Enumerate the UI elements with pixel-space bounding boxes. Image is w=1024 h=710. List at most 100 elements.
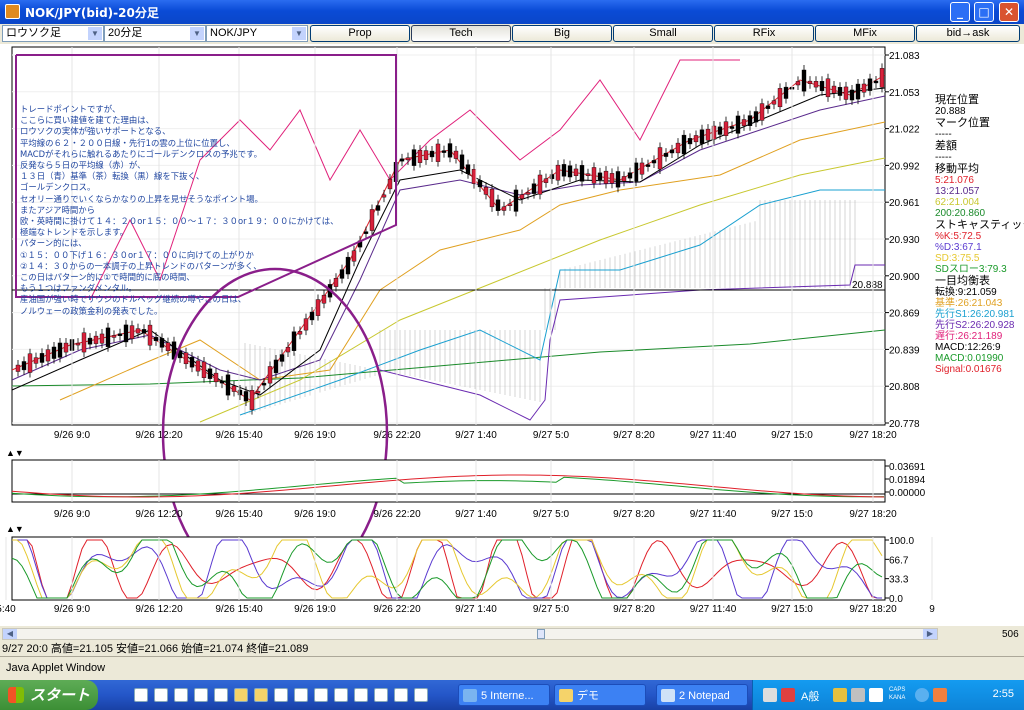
- x-tick-label: 9/26 15:40: [215, 430, 263, 441]
- y-tick-label: 0.00000: [889, 488, 926, 499]
- small-button[interactable]: Small: [613, 25, 713, 42]
- candle-body: [825, 78, 831, 98]
- candle-body: [693, 135, 699, 143]
- tray-app-icon[interactable]: [915, 688, 929, 702]
- candle-body: [405, 157, 411, 161]
- quicklaunch-icon[interactable]: [414, 688, 428, 702]
- annotation-line: 産油国が強い時でサウジのドルペッグ継続の噂やこの日は、: [20, 294, 247, 305]
- big-button[interactable]: Big: [512, 25, 612, 42]
- system-tray: A般 CAPS KANA 2:55: [752, 680, 1024, 710]
- x-tick-label: 9/26 22:20: [373, 604, 421, 615]
- bid-ask-button[interactable]: bid→ask: [916, 25, 1020, 42]
- tray-app-icon[interactable]: [851, 688, 865, 702]
- annotation-line: ここらに買い建値を建てた理由は、: [20, 115, 154, 126]
- candle-body: [75, 342, 81, 346]
- candle-body: [651, 160, 657, 164]
- taskbar-item-notepad[interactable]: 2 Notepad: [656, 684, 748, 706]
- quicklaunch-icon[interactable]: [334, 688, 348, 702]
- quicklaunch-icon[interactable]: [194, 688, 208, 702]
- tray-app-icon[interactable]: [781, 688, 795, 702]
- maximize-button[interactable]: □: [974, 2, 994, 22]
- x-tick-label: 9/26 19:0: [294, 509, 336, 520]
- interval-select[interactable]: 20分足 ▼: [104, 25, 206, 42]
- start-button[interactable]: スタート: [0, 680, 98, 710]
- quicklaunch-icon[interactable]: [174, 688, 188, 702]
- candle-body: [183, 352, 189, 365]
- taskbar-item-demo[interactable]: デモ: [554, 684, 646, 706]
- panel-collapse-icon[interactable]: ▲▼: [6, 524, 24, 534]
- candle-body: [255, 391, 261, 394]
- quicklaunch-icon[interactable]: [134, 688, 148, 702]
- quicklaunch-icon[interactable]: [394, 688, 408, 702]
- x-tick-label: 9/27 11:40: [690, 509, 737, 520]
- close-button[interactable]: ✕: [999, 2, 1019, 22]
- candle-body: [201, 361, 207, 378]
- candle-body: [279, 354, 285, 362]
- tray-app-icon[interactable]: [933, 688, 947, 702]
- candle-body: [603, 170, 609, 184]
- info-row: %D:3:67.1: [935, 242, 982, 253]
- candle-body: [783, 86, 789, 99]
- candle-body: [15, 364, 21, 372]
- candle-body: [267, 366, 273, 384]
- quicklaunch-icon[interactable]: [214, 688, 228, 702]
- panel-collapse-icon[interactable]: ▲▼: [6, 448, 24, 458]
- annotation-line: ②１４：３０からの一本調子の上昇トレンドのパターンが多く、: [20, 260, 262, 271]
- quicklaunch-icon[interactable]: [154, 688, 168, 702]
- mfix-button[interactable]: MFix: [815, 25, 915, 42]
- help-icon[interactable]: [869, 688, 883, 702]
- annotation-text: トレードポイントですが、 ここらに買い建値を建てた理由は、 ロウソクの実体が強いサポ…: [20, 104, 390, 317]
- tech-button[interactable]: Tech: [411, 25, 511, 42]
- candle-body: [447, 143, 453, 158]
- candle-body: [609, 173, 615, 184]
- candle-body: [639, 162, 645, 175]
- candle-body: [525, 192, 531, 195]
- candle-body: [633, 162, 639, 182]
- quicklaunch-icon[interactable]: [274, 688, 288, 702]
- chevron-down-icon[interactable]: ▼: [190, 27, 204, 40]
- x-tick-label: 9/26 9:0: [54, 430, 91, 441]
- prop-button[interactable]: Prop: [310, 25, 410, 42]
- horizontal-scrollbar[interactable]: ◀ ▶: [2, 628, 938, 640]
- quicklaunch-icon[interactable]: [374, 688, 388, 702]
- scroll-left-icon[interactable]: ◀: [3, 629, 17, 639]
- x-tick-label: 9/26 9:0: [54, 604, 91, 615]
- minimize-button[interactable]: _: [950, 2, 970, 22]
- candle-body: [411, 149, 417, 166]
- candle-body: [495, 199, 501, 211]
- candle-body: [297, 331, 303, 335]
- chevron-down-icon[interactable]: ▼: [88, 27, 102, 40]
- info-row: 転換:9:21.059: [935, 287, 997, 298]
- chart-type-select[interactable]: ロウソク足 ▼: [2, 25, 104, 42]
- scroll-right-icon[interactable]: ▶: [923, 629, 937, 639]
- candle-body: [99, 333, 105, 344]
- candle-body: [45, 349, 51, 362]
- keyboard-icon[interactable]: [763, 688, 777, 702]
- candle-body: [705, 128, 711, 141]
- stoch-y-axis: 100.066.733.30.0: [885, 536, 914, 605]
- quicklaunch-icon[interactable]: [354, 688, 368, 702]
- quicklaunch-icon[interactable]: [294, 688, 308, 702]
- candle-body: [243, 391, 249, 402]
- candle-body: [675, 142, 681, 154]
- candle-body: [627, 172, 633, 179]
- folder-icon[interactable]: [234, 688, 248, 702]
- taskbar-item-internet[interactable]: 5 Interne...: [458, 684, 550, 706]
- quicklaunch-icon[interactable]: [314, 688, 328, 702]
- folder-icon[interactable]: [254, 688, 268, 702]
- rfix-button[interactable]: RFix: [714, 25, 814, 42]
- annotation-line: もう１つはファンダメンタル。: [20, 283, 137, 294]
- scroll-thumb[interactable]: [537, 629, 545, 639]
- candle-body: [249, 390, 255, 410]
- info-row: 遅行:26:21.189: [935, 331, 1003, 342]
- candle-body: [843, 86, 849, 100]
- chevron-down-icon[interactable]: ▼: [292, 27, 306, 40]
- pair-select[interactable]: NOK/JPY ▼: [206, 25, 308, 42]
- tray-app-icon[interactable]: [833, 688, 847, 702]
- annotation-line: 極端なトレンドを示します。: [20, 227, 129, 238]
- candle-body: [855, 83, 861, 100]
- info-row: 現在位置: [935, 94, 979, 106]
- ime-mode[interactable]: A般: [801, 688, 819, 704]
- x-tick-label: 9/26 19:0: [294, 604, 336, 615]
- info-row: 移動平均: [935, 163, 979, 175]
